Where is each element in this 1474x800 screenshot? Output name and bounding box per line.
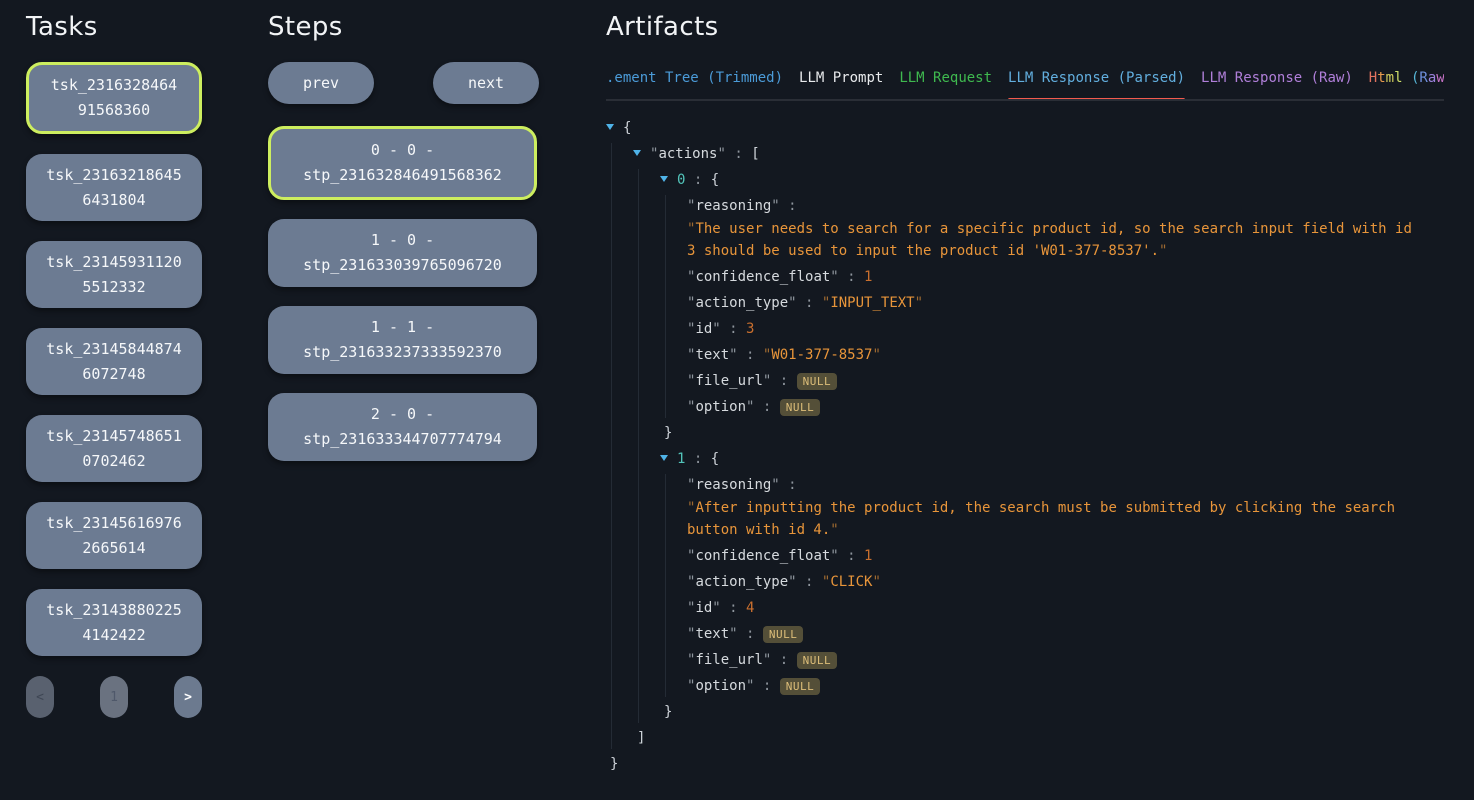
json-field-id: "id" : 4 [687, 597, 1444, 619]
json-close-bracket: } [606, 753, 1444, 775]
tab-html-raw[interactable]: Html (Raw) [1369, 68, 1444, 88]
json-field-file_url: "file_url" : NULL [687, 649, 1444, 671]
tasks-title: Tasks [26, 10, 202, 44]
tab-element-tree-trimmed[interactable]: .ement Tree (Trimmed) [606, 68, 783, 88]
json-field-reasoning: "reasoning" : [687, 195, 1444, 217]
json-field-id: "id" : 3 [687, 318, 1444, 340]
task-button[interactable]: tsk_231438802254142422 [26, 589, 202, 656]
json-field-option: "option" : NULL [687, 675, 1444, 697]
json-node-1: 1 : { [660, 448, 1444, 470]
tab-llm-response-raw[interactable]: LLM Response (Raw) [1201, 68, 1353, 88]
step-button[interactable]: 1 - 0 - stp_231633039765096720 [268, 219, 537, 287]
steps-nav: prev next [268, 62, 539, 104]
artifacts-tab-bar: .ement Tree (Trimmed) LLM Prompt LLM Reque… [606, 68, 1444, 101]
json-root: { [606, 117, 1444, 139]
tab-llm-response-parsed[interactable]: LLM Response (Parsed) [1008, 68, 1185, 88]
step-button[interactable]: 1 - 1 - stp_231633237333592370 [268, 306, 537, 374]
null-badge: NULL [797, 373, 838, 390]
json-node-actions: "actions" : [ [633, 143, 1444, 165]
tasks-panel: Tasks tsk_231632846491568360 tsk_23163218… [26, 10, 202, 718]
collapse-arrow-icon[interactable] [660, 169, 677, 191]
task-list: tsk_231632846491568360 tsk_23163218645643… [26, 62, 202, 656]
json-string-value: "After inputting the product id, the sea… [687, 497, 1423, 541]
steps-next-button[interactable]: next [433, 62, 539, 104]
json-close-bracket: } [660, 422, 1444, 444]
collapse-arrow-icon[interactable] [633, 143, 650, 165]
collapse-arrow-icon[interactable] [606, 117, 623, 139]
task-pagination: < 1 > [26, 676, 202, 718]
task-button[interactable]: tsk_231456169762665614 [26, 502, 202, 569]
app-root: Tasks tsk_231632846491568360 tsk_23163218… [0, 0, 1474, 800]
null-badge: NULL [780, 399, 821, 416]
json-field-confidence_float: "confidence_float" : 1 [687, 545, 1444, 567]
task-button[interactable]: tsk_231457486510702462 [26, 415, 202, 482]
step-button[interactable]: 0 - 0 - stp_231632846491568362 [268, 126, 537, 200]
json-field-file_url: "file_url" : NULL [687, 370, 1444, 392]
null-badge: NULL [797, 652, 838, 669]
json-string-value: "The user needs to search for a specific… [687, 218, 1423, 262]
task-button[interactable]: tsk_231632186456431804 [26, 154, 202, 221]
artifacts-title: Artifacts [606, 10, 1444, 44]
pagination-prev-button[interactable]: < [26, 676, 54, 718]
task-button[interactable]: tsk_231458448746072748 [26, 328, 202, 395]
steps-title: Steps [268, 10, 539, 44]
tab-llm-request[interactable]: LLM Request [899, 68, 992, 88]
pagination-page-button[interactable]: 1 [100, 676, 128, 718]
null-badge: NULL [763, 626, 804, 643]
json-node-0: 0 : { [660, 169, 1444, 191]
json-field-action_type: "action_type" : "INPUT_TEXT" [687, 292, 1444, 314]
steps-panel: Steps prev next 0 - 0 - stp_231632846491… [268, 10, 539, 480]
json-close-bracket: } [660, 701, 1444, 723]
step-button[interactable]: 2 - 0 - stp_231633344707774794 [268, 393, 537, 461]
tab-llm-prompt[interactable]: LLM Prompt [799, 68, 883, 88]
json-tree-viewer: { "actions" : [ 0 : { "reasoning" : "The us… [606, 117, 1444, 775]
json-field-reasoning: "reasoning" : [687, 474, 1444, 496]
json-field-option: "option" : NULL [687, 396, 1444, 418]
json-field-confidence_float: "confidence_float" : 1 [687, 266, 1444, 288]
json-field-action_type: "action_type" : "CLICK" [687, 571, 1444, 593]
steps-prev-button[interactable]: prev [268, 62, 374, 104]
json-field-text: "text" : NULL [687, 623, 1444, 645]
collapse-arrow-icon[interactable] [660, 448, 677, 470]
artifacts-panel: Artifacts .ement Tree (Trimmed) LLM Promp… [606, 10, 1444, 775]
null-badge: NULL [780, 678, 821, 695]
json-field-text: "text" : "W01-377-8537" [687, 344, 1444, 366]
step-list: 0 - 0 - stp_231632846491568362 1 - 0 - st… [268, 126, 539, 461]
task-button[interactable]: tsk_231632846491568360 [26, 62, 202, 134]
json-close-bracket: ] [633, 727, 1444, 749]
pagination-next-button[interactable]: > [174, 676, 202, 718]
task-button[interactable]: tsk_231459311205512332 [26, 241, 202, 308]
